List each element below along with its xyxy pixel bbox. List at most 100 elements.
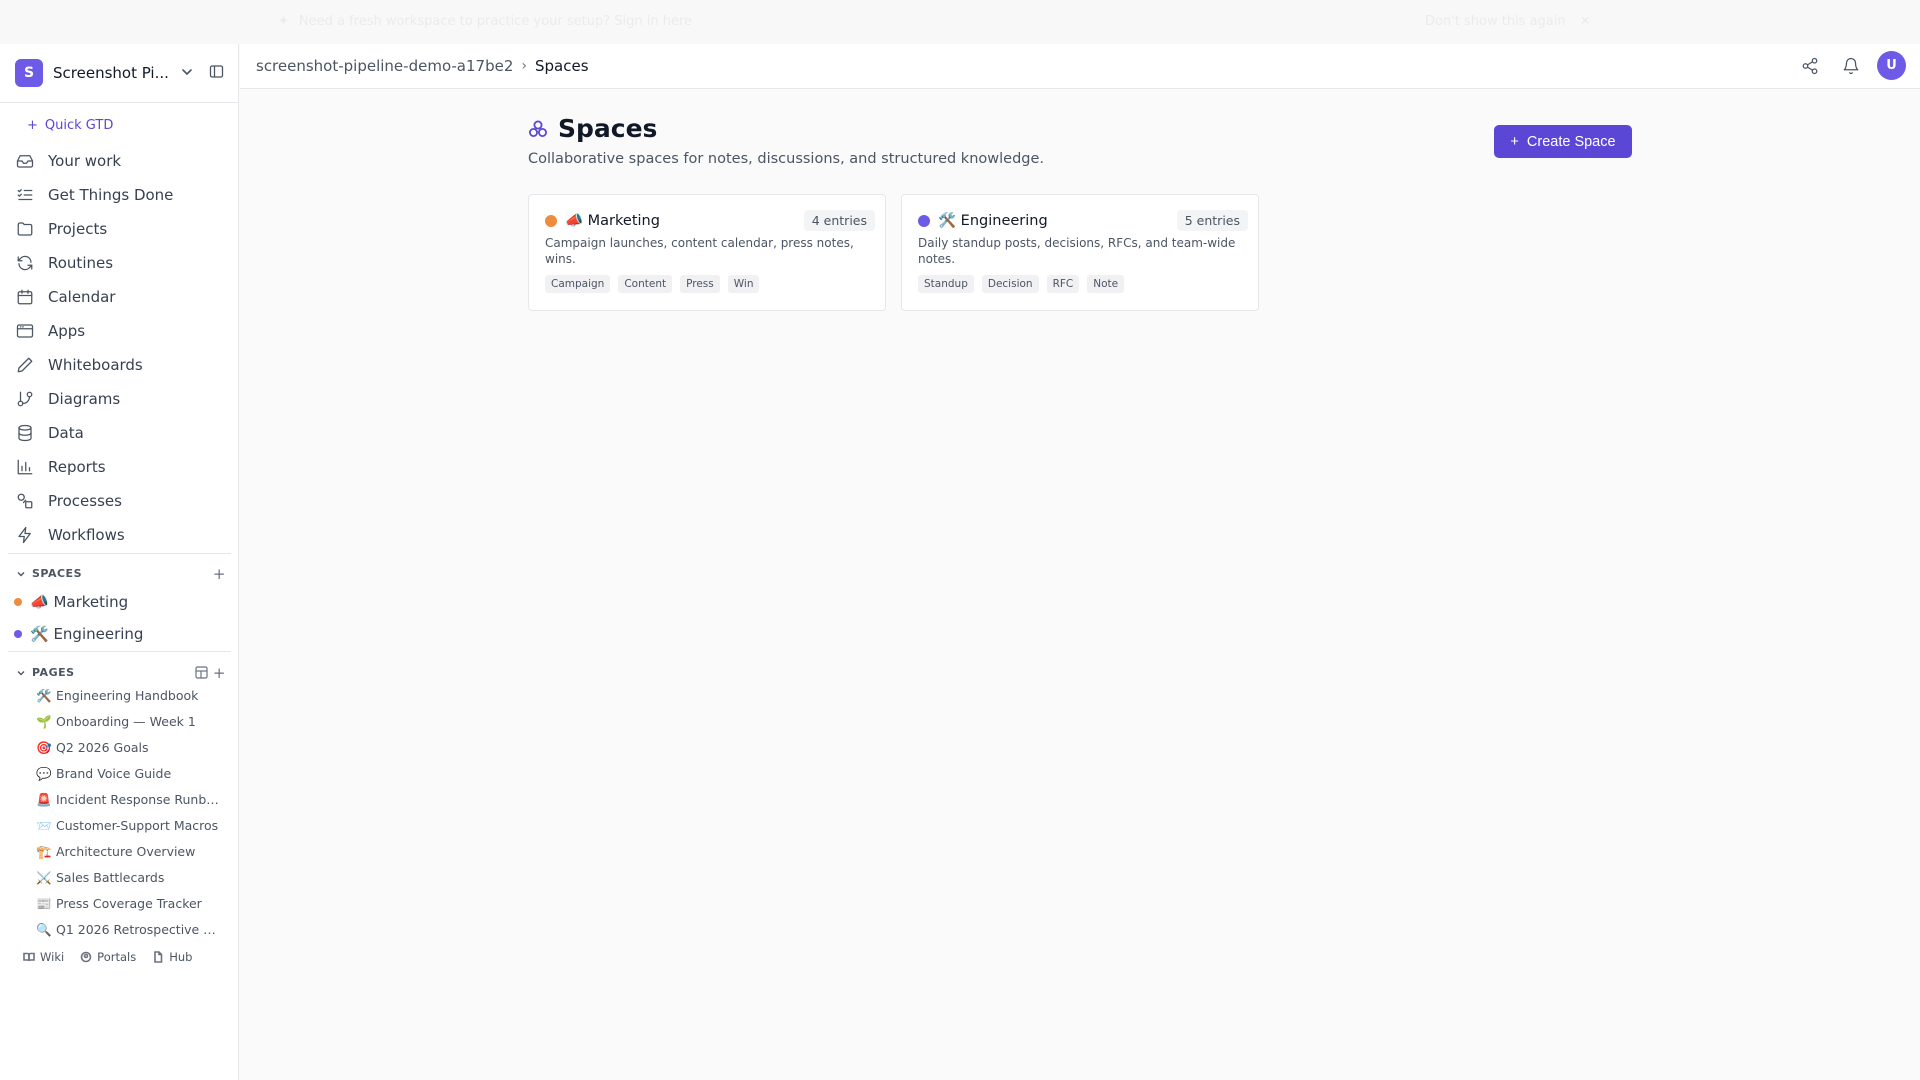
pages-section-header[interactable]: PAGES + — [16, 664, 226, 682]
chevron-down-icon[interactable] — [180, 65, 194, 79]
entry-count-badge: 5 entries — [1176, 210, 1248, 231]
portals-link[interactable]: Portals — [80, 950, 136, 964]
breadcrumb-workspace[interactable]: screenshot-pipeline-demo-a17be2 — [256, 57, 513, 75]
app-window-icon — [16, 324, 34, 338]
calendar-icon — [17, 289, 33, 305]
close-icon[interactable]: ✕ — [1580, 14, 1591, 29]
add-space-icon[interactable]: + — [213, 565, 226, 583]
sidebar-divider — [8, 553, 231, 554]
shapes-icon — [17, 493, 33, 509]
spaces-section-header[interactable]: SPACES + — [16, 565, 226, 583]
folder-icon — [17, 222, 33, 236]
wiki-link[interactable]: Wiki — [23, 950, 64, 964]
page-item[interactable]: 📨 Customer-Support Macros — [36, 818, 224, 834]
user-avatar[interactable]: U — [1877, 51, 1906, 80]
nav-item-diagrams[interactable]: Diagrams — [0, 382, 238, 416]
nav-item-get-things-done[interactable]: Get Things Done — [0, 178, 238, 212]
sidebar-footer: Wiki Portals Hub — [23, 950, 192, 964]
refresh-icon — [17, 255, 33, 271]
tag: Campaign — [545, 275, 611, 293]
sparkle-icon: ✦ — [278, 14, 289, 29]
nav-item-routines[interactable]: Routines — [0, 246, 238, 280]
nav-item-apps[interactable]: Apps — [0, 314, 238, 348]
space-card-title: 🛠️ Engineering — [918, 212, 1048, 229]
nav-item-projects[interactable]: Projects — [0, 212, 238, 246]
tag: RFC — [1046, 275, 1080, 293]
breadcrumb-current: Spaces — [535, 57, 589, 75]
sidebar-divider — [8, 651, 231, 652]
workspace-name[interactable]: Screenshot Pi... — [53, 64, 181, 82]
space-card-engineering[interactable]: 🛠️ Engineering 5 entries Daily standup p… — [901, 194, 1259, 311]
tag: Decision — [981, 275, 1039, 293]
page-item[interactable]: 📰 Press Coverage Tracker — [36, 896, 224, 912]
git-branch-icon — [17, 391, 33, 407]
share-icon[interactable] — [1801, 57, 1819, 75]
page-item[interactable]: 🚨 Incident Response Runbook — [36, 792, 224, 808]
space-card-marketing[interactable]: 📣 Marketing 4 entries Campaign launches,… — [528, 194, 886, 311]
checklist-icon — [17, 189, 33, 201]
tag: Note — [1087, 275, 1125, 293]
nav-item-reports[interactable]: Reports — [0, 450, 238, 484]
add-page-icon[interactable]: + — [213, 664, 226, 682]
page-item[interactable]: 🎯 Q2 2026 Goals — [36, 740, 224, 756]
quick-gtd-button[interactable]: + Quick GTD — [27, 118, 113, 133]
file-icon — [154, 951, 163, 963]
space-card-description: Campaign launches, content calendar, pre… — [545, 236, 854, 266]
nav-item-calendar[interactable]: Calendar — [0, 280, 238, 314]
tag: Press — [680, 275, 720, 293]
chevron-down-icon[interactable] — [16, 668, 26, 678]
sidebar-collapse-icon[interactable] — [209, 64, 224, 79]
plus-icon: + — [27, 118, 38, 133]
pencil-icon — [17, 357, 33, 373]
hub-link[interactable]: Hub — [152, 950, 192, 964]
nav-item-data[interactable]: Data — [0, 416, 238, 450]
banner-dismiss[interactable]: Don't show this again ✕ — [1425, 14, 1591, 29]
create-space-button[interactable]: + Create Space — [1494, 125, 1632, 158]
banner-message: ✦ Need a fresh workspace to practice you… — [278, 14, 693, 29]
main-nav: Your work Get Things Done Projects Routi… — [0, 144, 238, 552]
nav-item-whiteboards[interactable]: Whiteboards — [0, 348, 238, 382]
database-icon — [18, 424, 32, 442]
page-subtitle: Collaborative spaces for notes, discussi… — [528, 151, 1045, 167]
chevron-right-icon: › — [521, 58, 527, 74]
tag: Content — [618, 275, 673, 293]
page-item[interactable]: ⚔️ Sales Battlecards — [36, 870, 224, 886]
announcement-banner: ✦ Need a fresh workspace to practice you… — [0, 0, 1920, 44]
page-item[interactable]: 💬 Brand Voice Guide — [36, 766, 224, 782]
book-open-icon — [23, 952, 35, 962]
tag-list: Campaign Content Press Win — [545, 275, 760, 293]
top-bar: screenshot-pipeline-demo-a17be2 › Spaces… — [240, 44, 1920, 89]
space-card-title: 📣 Marketing — [545, 212, 660, 229]
page-item[interactable]: 🌱 Onboarding — Week 1 — [36, 714, 224, 730]
entry-count-badge: 4 entries — [803, 210, 875, 231]
spaces-icon — [529, 120, 547, 137]
space-color-dot — [14, 598, 22, 606]
nav-item-processes[interactable]: Processes — [0, 484, 238, 518]
workspace-switcher[interactable]: S Screenshot Pi... — [0, 44, 238, 103]
bar-chart-icon — [17, 459, 33, 475]
space-color-dot — [918, 214, 930, 227]
bell-icon[interactable] — [1842, 57, 1860, 75]
inbox-icon — [16, 155, 34, 168]
space-card-description: Daily standup posts, decisions, RFCs, an… — [918, 236, 1236, 266]
workspace-avatar[interactable]: S — [15, 59, 43, 87]
space-color-dot — [14, 630, 22, 638]
sidebar: S Screenshot Pi... + Quick GTD Your work… — [0, 44, 239, 1080]
nav-item-workflows[interactable]: Workflows — [0, 518, 238, 552]
nav-item-your-work[interactable]: Your work — [0, 144, 238, 178]
page-title: Spaces — [528, 114, 657, 143]
plus-icon: + — [1510, 133, 1519, 150]
sidebar-space-engineering[interactable]: 🛠️ Engineering — [14, 625, 143, 643]
space-color-dot — [545, 214, 557, 227]
sidebar-space-marketing[interactable]: 📣 Marketing — [14, 593, 128, 611]
page-item[interactable]: 🏗️ Architecture Overview — [36, 844, 224, 860]
tag: Win — [727, 275, 760, 293]
portal-icon — [80, 951, 92, 963]
tag: Standup — [918, 275, 974, 293]
zap-icon — [18, 526, 31, 544]
page-item[interactable]: 🛠️ Engineering Handbook — [36, 688, 224, 704]
chevron-down-icon[interactable] — [16, 569, 26, 579]
tag-list: Standup Decision RFC Note — [918, 275, 1125, 293]
page-item[interactable]: 🔍 Q1 2026 Retrospective N... — [36, 922, 224, 938]
template-icon[interactable] — [195, 666, 208, 679]
